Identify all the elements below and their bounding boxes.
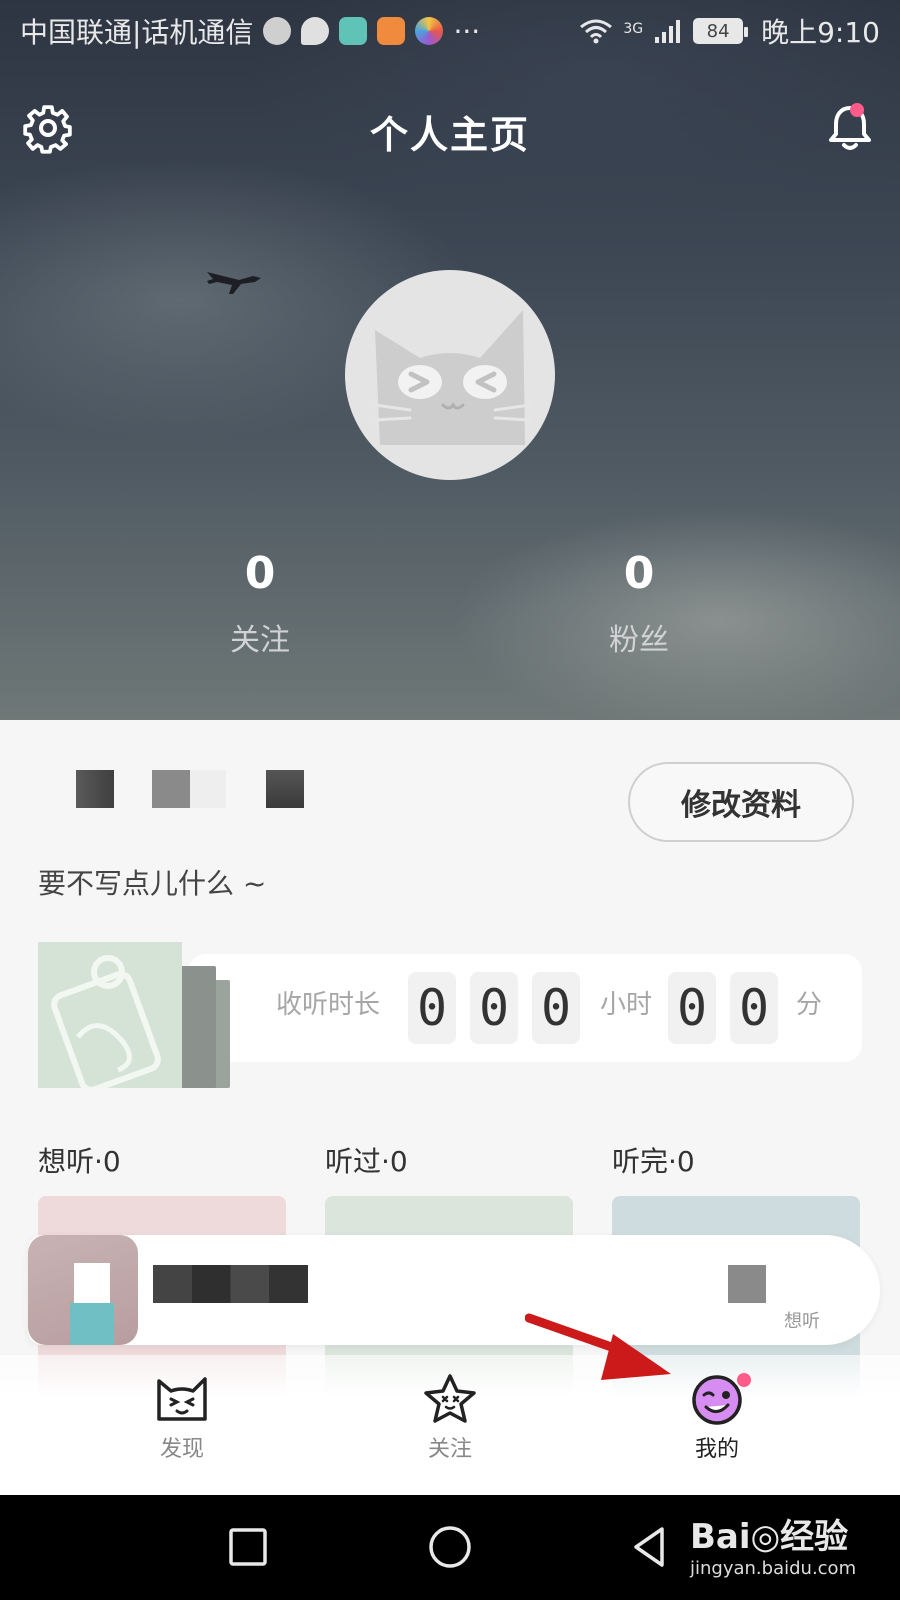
following-label: 关注 [230, 623, 290, 658]
home-icon[interactable] [424, 1521, 476, 1573]
following-count: 0 [244, 548, 276, 599]
colorful-app-icon [415, 17, 444, 45]
tab-label: 我的 [694, 1437, 739, 1462]
system-navigation-bar: Bai◎经验 jingyan.baidu.com [0, 1495, 900, 1600]
hours-unit: 小时 [600, 990, 653, 1020]
minutes-digit: 0 [668, 972, 716, 1044]
status-left: 中国联通|话机通信 ··· [20, 11, 480, 51]
bottom-tab-bar: 发现 关注 我的 [0, 1355, 900, 1495]
cover-stack [38, 942, 238, 1093]
avatar[interactable] [345, 270, 555, 480]
status-right: 3G 84 晚上9:10 [579, 11, 880, 51]
redacted-block [190, 770, 226, 808]
carrier-text: 中国联通|话机通信 [20, 16, 254, 49]
list-title: 听过·0 [325, 1145, 408, 1178]
more-notifications-icon: ··· [453, 14, 481, 48]
fans-stat[interactable]: 0 粉丝 [539, 548, 739, 659]
tab-follow[interactable]: 关注 [390, 1373, 510, 1463]
soda-can-icon [51, 955, 161, 1093]
notification-app-icon [263, 17, 292, 45]
edit-profile-button[interactable]: 修改资料 [628, 762, 854, 842]
cover-front [38, 942, 182, 1093]
list-title: 听完·0 [612, 1145, 695, 1178]
minutes-unit: 分 [796, 990, 823, 1020]
cat-avatar-icon [373, 310, 532, 445]
hours-digit: 0 [470, 972, 518, 1044]
redacted-block [76, 770, 114, 808]
star-face-icon [424, 1374, 476, 1423]
cover-teal-block [70, 1303, 114, 1345]
redacted-block [728, 1265, 766, 1303]
fans-label: 粉丝 [609, 623, 669, 658]
minutes-digit: 0 [730, 972, 778, 1044]
battery-indicator: 84 [693, 18, 749, 44]
mini-player[interactable]: 想听 [28, 1235, 880, 1345]
watermark-url: jingyan.baidu.com [690, 1558, 857, 1579]
following-stat[interactable]: 0 关注 [160, 548, 360, 659]
fans-count: 0 [623, 548, 655, 599]
status-bar: 中国联通|话机通信 ··· 3G 84 晚上9:10 [0, 0, 900, 62]
redacted-block [152, 770, 190, 808]
annotation-arrow [525, 1313, 671, 1380]
watermark-logo: Bai◎经验 [690, 1517, 849, 1557]
listening-time-label: 收听时长 [276, 990, 381, 1020]
tab-discover[interactable]: 发现 [122, 1373, 242, 1463]
notification-button[interactable] [822, 100, 878, 156]
hours-digit: 0 [408, 972, 456, 1044]
suning-app-icon [339, 17, 368, 45]
finished-list[interactable]: 听完·0 [612, 1140, 860, 1396]
listened-list[interactable]: 听过·0 [325, 1140, 573, 1396]
want-to-listen-action[interactable]: 想听 [784, 1307, 820, 1333]
recent-apps-icon[interactable] [222, 1521, 274, 1573]
redacted-block [266, 770, 304, 808]
profile-hero: 中国联通|话机通信 ··· 3G 84 晚上9:10 个人主页 0 关注 0 粉… [0, 0, 900, 720]
browser-app-icon [377, 17, 406, 45]
top-nav: 个人主页 [0, 92, 900, 164]
tab-mine-badge-dot [737, 1373, 751, 1387]
baidu-jingyan-watermark: Bai◎经验 jingyan.baidu.com [690, 1509, 890, 1579]
hours-digit: 0 [532, 972, 580, 1044]
want-to-listen-list[interactable]: 想听·0 [38, 1140, 286, 1396]
signal-icon [655, 20, 681, 43]
username-redacted [40, 770, 340, 830]
wifi-icon [580, 19, 613, 44]
bio-text[interactable]: 要不写点儿什么 ~ [38, 862, 266, 902]
tab-mine[interactable]: 我的 [657, 1373, 777, 1463]
airplane-silhouette [207, 272, 261, 294]
cover-white-block [74, 1263, 110, 1303]
mini-player-cover[interactable] [28, 1235, 138, 1345]
page-title: 个人主页 [369, 113, 530, 157]
notification-dot [850, 103, 864, 117]
network-type: 3G [623, 21, 644, 37]
listening-time-card: 收听时长 0 0 0 小时 0 0 分 [38, 942, 862, 1093]
tab-label: 发现 [159, 1437, 204, 1462]
list-title: 想听·0 [38, 1145, 121, 1178]
cat-face-icon [157, 1377, 207, 1421]
clock: 晚上9:10 [761, 16, 880, 49]
back-icon[interactable] [624, 1521, 676, 1573]
chat-bubble-icon [301, 17, 330, 45]
track-title-redacted [153, 1265, 308, 1303]
tab-label: 关注 [427, 1437, 472, 1462]
